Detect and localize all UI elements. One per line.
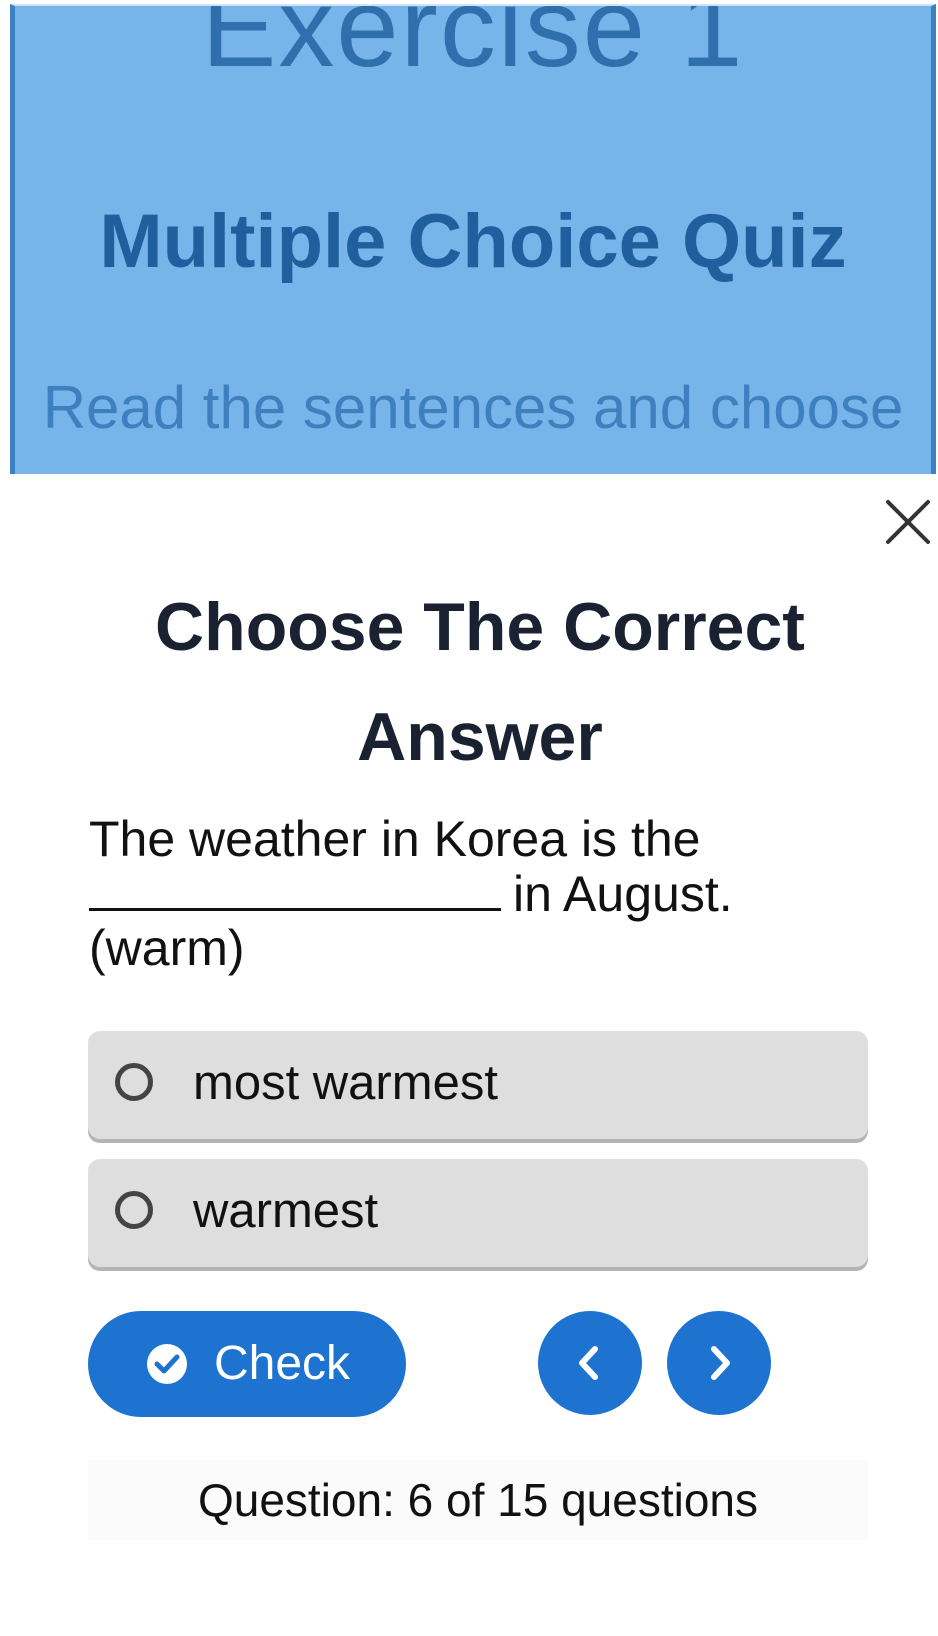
question-text: The weather in Korea is the in August. (… xyxy=(89,812,809,975)
question-progress: Question: 6 of 15 questions xyxy=(88,1460,868,1540)
exercise-card: Exercise 1 Multiple Choice Quiz Read the… xyxy=(10,4,936,474)
next-question-button[interactable] xyxy=(667,1311,771,1415)
chevron-right-icon xyxy=(711,1346,730,1380)
radio-button[interactable] xyxy=(115,1063,153,1101)
question-after-blank: in August. xyxy=(513,866,733,922)
close-button[interactable] xyxy=(884,498,932,546)
question-hint: (warm) xyxy=(89,920,245,976)
background-page: Exercise 1 Multiple Choice Quiz Read the… xyxy=(0,0,938,474)
quiz-description: Read the sentences and choose the correc… xyxy=(42,374,904,441)
quiz-title: Multiple Choice Quiz xyxy=(99,199,847,284)
radio-button[interactable] xyxy=(115,1191,153,1229)
answer-option-most-warmest[interactable]: most warmest xyxy=(88,1031,868,1139)
check-button-label: Check xyxy=(214,1337,351,1390)
answer-blank xyxy=(89,866,501,911)
exercise-heading: Exercise 1 xyxy=(201,4,745,90)
previous-question-button[interactable] xyxy=(538,1311,642,1415)
option-label: warmest xyxy=(193,1184,379,1238)
chevron-left-icon xyxy=(579,1346,598,1380)
option-label: most warmest xyxy=(193,1056,498,1110)
check-circle-icon xyxy=(147,1344,187,1384)
modal-title: Choose The Correct Answer xyxy=(155,589,805,775)
answer-option-warmest[interactable]: warmest xyxy=(88,1159,868,1267)
close-icon xyxy=(886,500,930,544)
question-before-blank: The weather in Korea is the xyxy=(89,811,701,867)
check-button[interactable]: Check xyxy=(88,1311,406,1417)
